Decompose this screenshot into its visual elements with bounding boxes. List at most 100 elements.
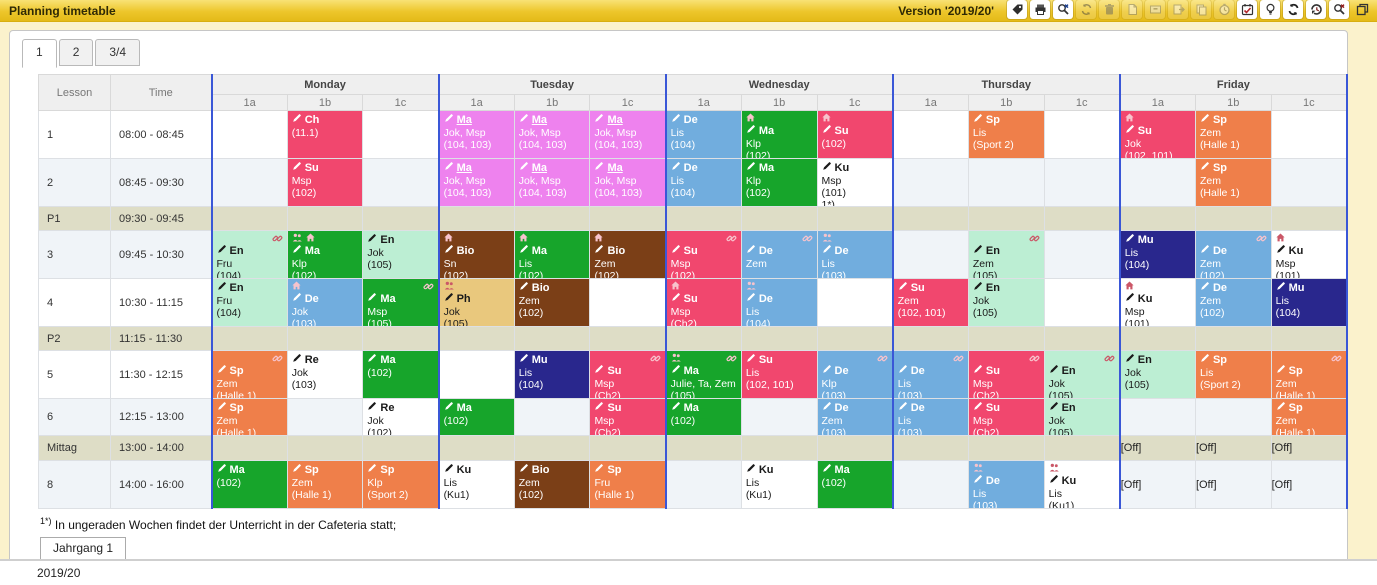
slot-monday-1c-lesson-6[interactable]: ReJok(102) <box>363 399 439 436</box>
lesson-block[interactable]: MaJok, Msp(104, 103) <box>440 111 514 158</box>
lesson-block[interactable]: EnJok(105) <box>363 231 437 278</box>
slot-monday-1b-lesson-3[interactable]: MaKlp(102) <box>287 231 363 279</box>
lesson-block[interactable]: DeLis(104) <box>667 159 741 206</box>
lesson-block[interactable]: EnJok(105) <box>1045 399 1119 435</box>
lesson-block[interactable]: DeZem <box>742 231 817 278</box>
jahrgang-button[interactable]: Jahrgang 1 <box>40 537 126 560</box>
slot-tuesday-1a-lesson-8[interactable]: KuLis(Ku1) <box>439 461 515 509</box>
slot-thursday-1b-lesson-8[interactable]: DeLis(103) <box>968 461 1044 509</box>
lesson-block[interactable]: EnJok(105) <box>1121 351 1195 398</box>
slot-friday-1c-lesson-5[interactable]: SpZem(Halle 1) <box>1271 351 1347 399</box>
tab-2[interactable]: 2 <box>59 39 94 66</box>
slot-friday-1a-lesson-4[interactable]: KuMsp(101) <box>1120 279 1196 327</box>
slot-monday-1c-lesson-3[interactable]: EnJok(105) <box>363 231 439 279</box>
lesson-block[interactable]: SpLis(Sport 2) <box>1196 351 1271 398</box>
calendar-check-icon[interactable] <box>1237 0 1257 19</box>
lesson-block[interactable]: BioZem(102) <box>515 279 590 326</box>
lesson-block[interactable]: Ma(102) <box>213 461 287 508</box>
lesson-block[interactable]: KuLis(Ku1) <box>742 461 817 508</box>
lesson-block[interactable]: MuLis(104) <box>515 351 590 398</box>
lesson-block[interactable]: MaKlp(102) <box>288 231 363 278</box>
lesson-block[interactable]: KuLis(Ku1) <box>440 461 514 508</box>
duplicate-icon[interactable] <box>1352 0 1372 19</box>
slot-tuesday-1a-lesson-4[interactable]: PhJok(105) <box>439 279 515 327</box>
slot-monday-1b-lesson-4[interactable]: DeJok(103) <box>287 279 363 327</box>
slot-monday-1a-lesson-6[interactable]: SpZem(Halle 1) <box>212 399 288 436</box>
lesson-block[interactable]: MuLis(104) <box>1121 231 1195 278</box>
lesson-block[interactable]: BioZem(102) <box>515 461 590 508</box>
lesson-block[interactable]: MaJok, Msp(104, 103) <box>515 159 590 206</box>
slot-tuesday-1b-lesson-4[interactable]: BioZem(102) <box>514 279 590 327</box>
slot-monday-1c-lesson-4[interactable]: MaMsp(105) <box>363 279 439 327</box>
lesson-block[interactable]: Ma(102) <box>440 399 514 435</box>
lesson-block[interactable]: MaJok, Msp(104, 103) <box>440 159 514 206</box>
sync-icon[interactable] <box>1283 0 1303 19</box>
slot-wednesday-1c-lesson-1[interactable]: Su(102) <box>817 111 893 159</box>
slot-tuesday-1c-lesson-1[interactable]: MaJok, Msp(104, 103) <box>590 111 666 159</box>
lesson-block[interactable]: DeLis(103) <box>969 461 1044 508</box>
slot-thursday-1b-lesson-4[interactable]: EnJok(105) <box>968 279 1044 327</box>
slot-tuesday-1a-lesson-1[interactable]: MaJok, Msp(104, 103) <box>439 111 515 159</box>
slot-friday-1c-lesson-4[interactable]: MuLis(104) <box>1271 279 1347 327</box>
history-icon[interactable] <box>1306 0 1326 19</box>
slot-wednesday-1a-lesson-3[interactable]: SuMsp(102) <box>666 231 742 279</box>
slot-wednesday-1b-lesson-5[interactable]: SuLis(102, 101) <box>741 351 817 399</box>
lesson-block[interactable]: MaJulie, Ta, Zem(105) <box>667 351 741 398</box>
lesson-block[interactable]: SuMsp(Ch2) <box>667 279 741 326</box>
lesson-block[interactable]: MaJok, Msp(104, 103) <box>515 111 590 158</box>
lesson-block[interactable]: MaKlp(102) <box>742 111 817 158</box>
slot-tuesday-1b-lesson-2[interactable]: MaJok, Msp(104, 103) <box>514 159 590 207</box>
lesson-block[interactable]: SpZem(Halle 1) <box>213 399 287 435</box>
lesson-block[interactable]: SuZem(102, 101) <box>894 279 968 326</box>
slot-friday-1c-lesson-6[interactable]: SpZem(Halle 1) <box>1271 399 1347 436</box>
lesson-block[interactable]: EnZem(105) <box>969 231 1044 278</box>
lesson-block[interactable]: SuMsp(Ch2) <box>590 399 664 435</box>
lesson-block[interactable]: KuMsp(101) <box>1121 279 1195 326</box>
slot-friday-1b-lesson-1[interactable]: SpZem(Halle 1) <box>1195 111 1271 159</box>
slot-thursday-1a-lesson-4[interactable]: SuZem(102, 101) <box>893 279 969 327</box>
lesson-block[interactable]: Su(102) <box>818 111 892 158</box>
lesson-block[interactable]: SpZem(Halle 1) <box>213 351 287 398</box>
slot-friday-1b-lesson-2[interactable]: SpZem(Halle 1) <box>1195 159 1271 207</box>
lesson-block[interactable]: Ma(102) <box>818 461 892 508</box>
lesson-block[interactable]: SuMsp(102) <box>288 159 363 206</box>
lesson-block[interactable]: MuLis(104) <box>1272 279 1346 326</box>
slot-friday-1a-lesson-3[interactable]: MuLis(104) <box>1120 231 1196 279</box>
lesson-block[interactable]: ReJok(103) <box>288 351 363 398</box>
tag-icon[interactable] <box>1007 0 1027 19</box>
lesson-block[interactable]: ReJok(102) <box>363 399 437 435</box>
lesson-block[interactable]: SuJok(102, 101) <box>1121 111 1195 158</box>
lesson-block[interactable]: EnJok(105) <box>969 279 1044 326</box>
lesson-block[interactable]: SuMsp(Ch2) <box>969 351 1044 398</box>
lesson-block[interactable]: DeZem(102) <box>1196 279 1271 326</box>
slot-tuesday-1b-lesson-1[interactable]: MaJok, Msp(104, 103) <box>514 111 590 159</box>
slot-wednesday-1b-lesson-3[interactable]: DeZem <box>741 231 817 279</box>
lesson-block[interactable]: MaMsp(105) <box>363 279 437 326</box>
search-remove-icon[interactable] <box>1053 0 1073 19</box>
lesson-block[interactable]: BioSn(102) <box>440 231 514 278</box>
zoom-remove-icon[interactable] <box>1329 0 1349 19</box>
lesson-block[interactable]: MaLis(102) <box>515 231 590 278</box>
lesson-block[interactable]: SpZem(Halle 1) <box>1272 399 1346 435</box>
slot-monday-1a-lesson-3[interactable]: EnFru(104) <box>212 231 288 279</box>
lesson-block[interactable]: KuMsp(101)1*) <box>1272 231 1346 278</box>
lesson-block[interactable]: SuMsp(Ch2) <box>969 399 1044 435</box>
slot-friday-1b-lesson-5[interactable]: SpLis(Sport 2) <box>1195 351 1271 399</box>
slot-tuesday-1c-lesson-3[interactable]: BioZem(102) <box>590 231 666 279</box>
slot-tuesday-1a-lesson-3[interactable]: BioSn(102) <box>439 231 515 279</box>
lesson-block[interactable]: SpLis(Sport 2) <box>969 111 1044 158</box>
lesson-block[interactable]: PhJok(105) <box>440 279 514 326</box>
slot-thursday-1b-lesson-3[interactable]: EnZem(105) <box>968 231 1044 279</box>
slot-thursday-1a-lesson-5[interactable]: DeLis(103) <box>893 351 969 399</box>
lesson-block[interactable]: SuMsp(102) <box>667 231 741 278</box>
lesson-block[interactable]: MaJok, Msp(104, 103) <box>590 111 664 158</box>
lesson-block[interactable]: DeLis(103) <box>894 399 968 435</box>
lesson-block[interactable]: Ch(11.1) <box>288 111 363 158</box>
lesson-block[interactable]: Ma(102) <box>363 351 437 398</box>
tab-3-4[interactable]: 3/4 <box>95 39 140 66</box>
slot-tuesday-1c-lesson-6[interactable]: SuMsp(Ch2) <box>590 399 666 436</box>
slot-wednesday-1b-lesson-8[interactable]: KuLis(Ku1) <box>741 461 817 509</box>
slot-wednesday-1c-lesson-6[interactable]: DeZem(103) <box>817 399 893 436</box>
lesson-block[interactable]: KuMsp(101)1*) <box>818 159 892 206</box>
lesson-block[interactable]: DeZem(103) <box>818 399 892 435</box>
